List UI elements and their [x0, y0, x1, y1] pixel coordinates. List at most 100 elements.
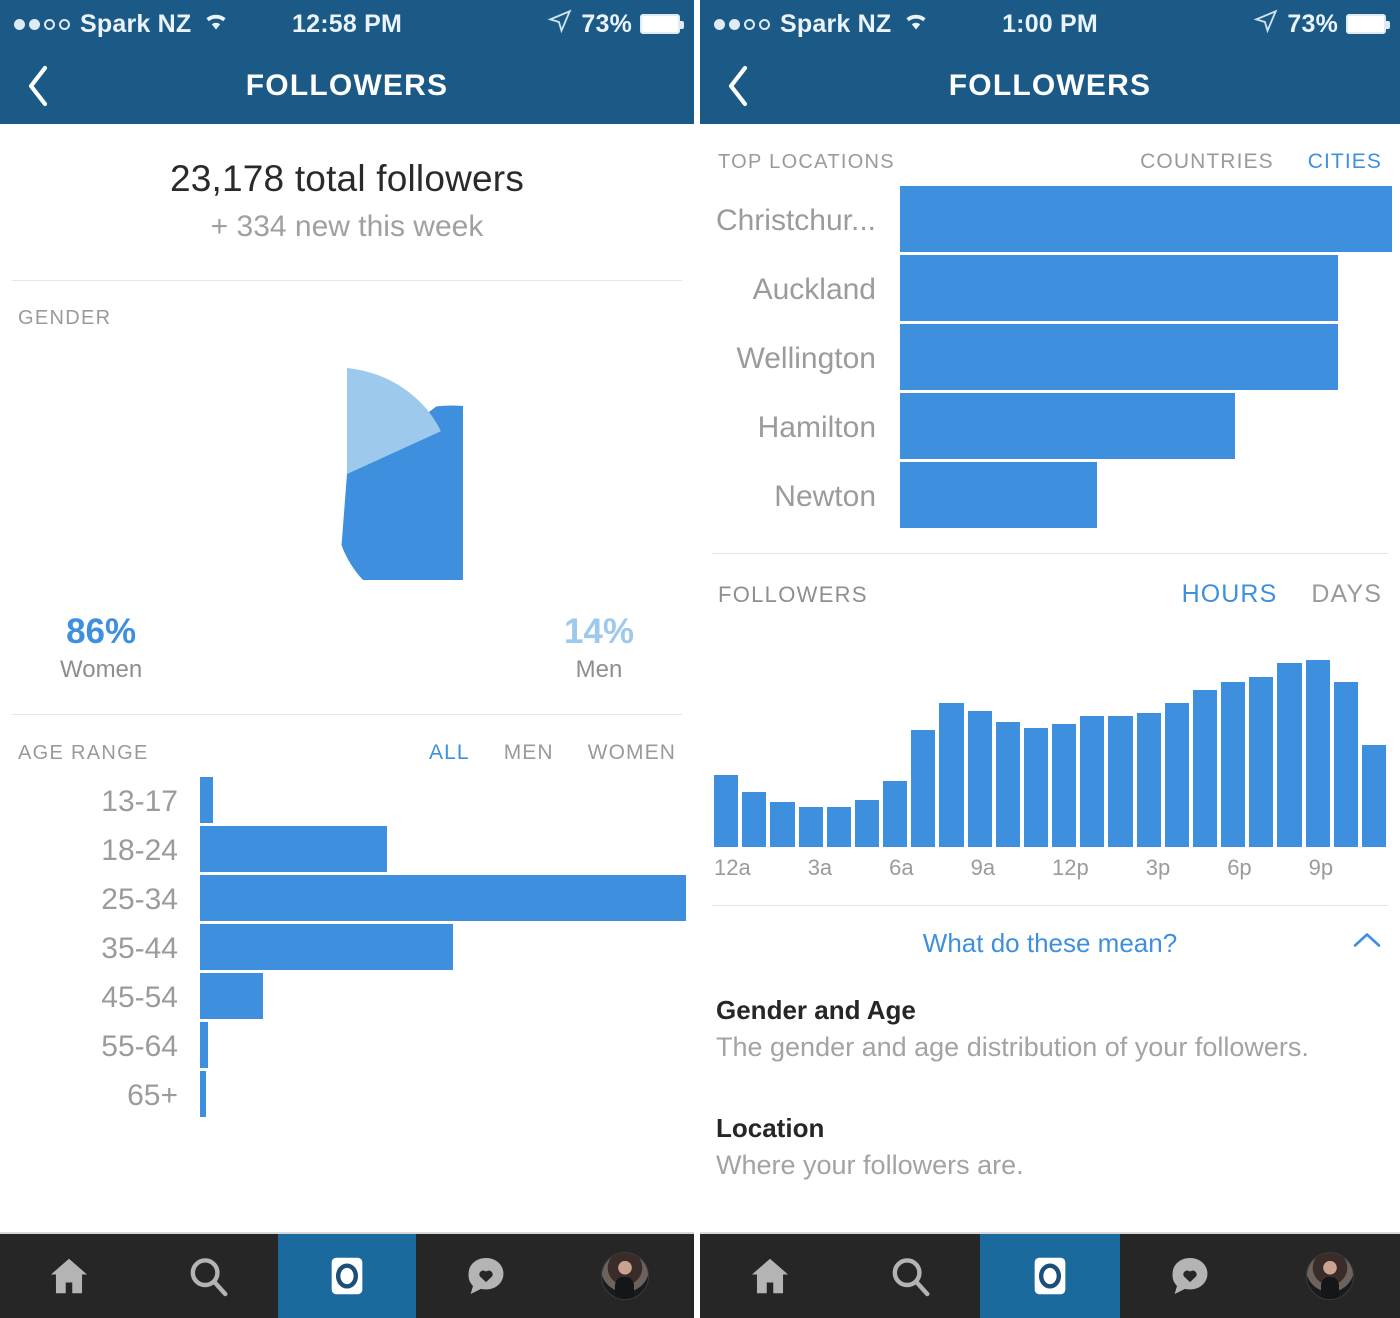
bar-category-label: Christchur... — [715, 203, 876, 237]
age-filter-men[interactable]: MEN — [504, 741, 554, 765]
tab-camera[interactable] — [277, 1234, 417, 1318]
bar-track — [200, 875, 686, 924]
screen-followers-demographics: Spark NZ 12:58 PM 73% FOLLOWERS 23,178 t… — [0, 0, 700, 1318]
bar-track — [200, 1071, 686, 1120]
bar-category-label: 65+ — [127, 1078, 178, 1112]
home-icon — [51, 1258, 88, 1294]
battery-percent: 73% — [1287, 9, 1339, 38]
hour-axis-tick — [1337, 855, 1359, 881]
hour-axis-tick — [944, 855, 966, 881]
back-button[interactable] — [18, 63, 58, 109]
faq-entry: Location Where your followers are. — [700, 1113, 1400, 1181]
bar — [200, 875, 686, 921]
activity-filter-days[interactable]: DAYS — [1311, 580, 1382, 609]
hour-bar — [1136, 713, 1161, 847]
tab-home[interactable] — [700, 1234, 840, 1318]
tab-activity[interactable] — [416, 1234, 555, 1318]
faq-question: Follower Activity - Hours — [716, 1231, 1384, 1232]
page-title: FOLLOWERS — [948, 69, 1152, 102]
tab-search[interactable] — [840, 1234, 980, 1318]
back-button[interactable] — [718, 63, 758, 109]
hour-bar — [798, 806, 823, 847]
bar-track — [200, 777, 686, 826]
tab-profile[interactable] — [1260, 1234, 1400, 1318]
carrier-name: Spark NZ — [780, 9, 892, 38]
bar-category-label: 25-34 — [101, 882, 178, 916]
bar-row: 65+ — [0, 1071, 686, 1120]
signal-strength-icon — [714, 18, 770, 30]
bar-track — [900, 324, 1392, 393]
hour-bar — [995, 721, 1020, 847]
hour-bar — [1108, 715, 1133, 847]
chevron-up-icon — [1352, 930, 1382, 955]
tab-activity[interactable] — [1120, 1234, 1260, 1318]
faq-entry: Follower Activity - Hours — [700, 1231, 1400, 1232]
age-filter-women[interactable]: WOMEN — [588, 741, 676, 765]
tab-home[interactable] — [0, 1234, 139, 1318]
activity-filter-hours[interactable]: HOURS — [1182, 580, 1278, 609]
tab-camera[interactable] — [980, 1234, 1120, 1318]
what-do-these-mean-toggle[interactable]: What do these mean? — [700, 906, 1400, 979]
signal-strength-icon — [14, 18, 70, 30]
bar — [200, 826, 388, 872]
hour-bar — [1305, 660, 1330, 847]
hour-axis-tick: 12a — [714, 855, 751, 880]
bar-row: Auckland — [700, 255, 1392, 324]
bar-category-label: Wellington — [736, 341, 876, 375]
hour-axis-tick — [863, 855, 885, 881]
status-time: 1:00 PM — [1002, 9, 1098, 38]
bar-category-label: 45-54 — [101, 980, 178, 1014]
gender-section-title: GENDER — [18, 307, 112, 329]
bar-category-label: Newton — [774, 479, 876, 513]
hour-axis-tick — [1364, 855, 1386, 881]
status-left-group: Spark NZ — [14, 10, 292, 39]
hour-axis-tick: 6a — [889, 855, 914, 880]
followers-totals: 23,178 total followers + 334 new this we… — [0, 124, 694, 280]
status-right-group: 73% — [402, 8, 684, 41]
locations-section-title: TOP LOCATIONS — [718, 151, 895, 173]
gender-legend-women: 86% Women — [60, 612, 142, 684]
battery-percent: 73% — [581, 9, 632, 38]
hour-bar — [911, 730, 936, 847]
hour-axis-tick: 6p — [1227, 855, 1252, 880]
hour-axis-tick: 3a — [807, 855, 833, 880]
locations-filter-countries[interactable]: COUNTRIES — [1140, 150, 1274, 174]
hour-axis-tick — [755, 855, 777, 881]
faq-question: Gender and Age — [716, 995, 916, 1025]
hour-bar — [1080, 715, 1105, 847]
hour-bar — [1249, 677, 1274, 847]
age-filter-all[interactable]: ALL — [429, 741, 470, 765]
bar-category-label: 13-17 — [101, 784, 178, 818]
camera-icon — [331, 1257, 363, 1295]
hour-bar — [883, 781, 908, 847]
bar — [200, 777, 213, 823]
gender-pie-svg — [341, 368, 463, 580]
bar — [900, 255, 1338, 321]
hour-axis-tick — [1026, 855, 1048, 881]
bar-track — [900, 462, 1392, 531]
hour-axis-tick — [836, 855, 858, 881]
tab-profile[interactable] — [555, 1234, 694, 1318]
bar — [900, 393, 1235, 459]
profile-avatar — [1306, 1252, 1354, 1300]
gender-section-header: GENDER — [0, 281, 694, 330]
faq-toggle-label: What do these mean? — [922, 928, 1178, 958]
bar-track — [200, 1022, 686, 1071]
bar-track — [200, 973, 686, 1022]
bar-row: 55-64 — [0, 1022, 686, 1071]
activity-segmented-control: HOURS DAYS — [1182, 580, 1382, 609]
follower-activity-hours-chart: 12a 3a 6a 9a 12p 3p 6p 9p — [700, 609, 1400, 881]
tab-search[interactable] — [139, 1234, 278, 1318]
bar-row: 13-17 — [0, 777, 686, 826]
hour-axis-tick — [918, 855, 940, 881]
locations-filter-cities[interactable]: CITIES — [1308, 150, 1382, 174]
bar — [200, 1022, 208, 1068]
activity-section-title: FOLLOWERS — [718, 582, 868, 607]
left-scroll-content: 23,178 total followers + 334 new this we… — [0, 124, 694, 1232]
hour-bar — [854, 800, 880, 847]
bar-track — [200, 826, 686, 875]
activity-section-header: FOLLOWERS HOURS DAYS — [700, 554, 1400, 609]
carrier-name: Spark NZ — [80, 9, 192, 38]
bar-row: 45-54 — [0, 973, 686, 1022]
